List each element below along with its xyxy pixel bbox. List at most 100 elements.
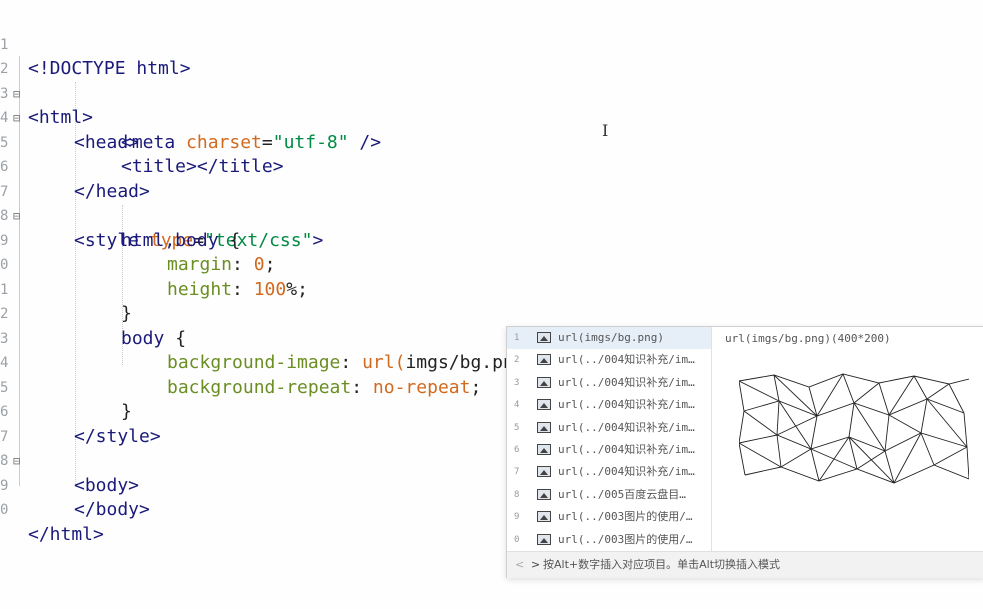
item-index: 2 <box>514 355 520 366</box>
image-icon <box>537 421 551 433</box>
item-text: url(../003图片的使用/… <box>558 532 693 546</box>
item-index: 3 <box>514 377 520 388</box>
semicolon: ; <box>264 254 276 275</box>
body-open-tag: <body> <box>74 474 140 496</box>
code-line-3: 3 ⊟ <head> <box>0 57 139 153</box>
code-line-19: 9 </body> <box>0 449 150 521</box>
css-property: margin <box>167 254 233 275</box>
next-page-button[interactable]: > <box>531 552 540 578</box>
css-property: height <box>167 278 233 300</box>
preview-title: url(imgs/bg.png)(400*200) <box>725 332 891 345</box>
line-number: 0 <box>0 502 9 518</box>
code-line-9: 9 margin: 0; <box>0 204 275 276</box>
tag-close: > <box>312 229 324 251</box>
code-line-6: 6 </head> <box>0 131 150 202</box>
autocomplete-item[interactable]: 9 url(../003图片的使用/… <box>507 506 711 528</box>
autocomplete-item[interactable]: 1 url(imgs/bg.png) <box>507 327 711 350</box>
code-line-14: 4 background-repeat: no-repeat; <box>0 327 481 398</box>
autocomplete-item[interactable]: 6 url(../004知识补充/im… <box>507 439 711 461</box>
css-selector: html,body <box>121 229 219 251</box>
title-tag: <title></title> <box>121 156 284 177</box>
image-icon <box>537 332 551 343</box>
item-index: 8 <box>514 489 520 500</box>
code-line-15: 5 } <box>0 351 132 423</box>
popup-footer: < > 按Alt+数字插入对应项目。单击Alt切换插入模式 <box>507 551 983 578</box>
item-text: url(../005百度云盘目… <box>558 487 686 501</box>
css-function: url( <box>362 352 406 373</box>
image-icon <box>537 399 551 411</box>
colon: : <box>351 376 373 398</box>
item-text: url(imgs/bg.png) <box>558 331 664 344</box>
autocomplete-popup[interactable]: 1 url(imgs/bg.png) 2 url(../004知识补充/im… … <box>506 326 983 578</box>
brace: } <box>121 303 132 324</box>
doctype: <!DOCTYPE html> <box>28 58 191 79</box>
css-property: background-image <box>167 352 341 373</box>
style-close-tag: </style> <box>74 425 161 447</box>
css-value: no-repeat <box>372 376 471 398</box>
code-line-4: 4 <meta charset="utf-8" /> <box>0 82 381 153</box>
image-icon <box>537 376 551 388</box>
css-property: background-repeat <box>167 376 352 398</box>
item-text: url(../004知识补充/im… <box>558 465 695 479</box>
meta-tag: <meta <box>121 131 176 153</box>
item-text: url(../004知识补充/im… <box>558 353 695 367</box>
item-index: 9 <box>514 512 520 523</box>
attr-name: charset <box>175 131 262 153</box>
item-index: 1 <box>514 333 520 343</box>
autocomplete-item[interactable]: 3 url(../004知识补充/im… <box>507 372 711 394</box>
autocomplete-item[interactable]: 8 url(../005百度云盘目… <box>507 484 711 506</box>
image-icon <box>537 488 551 500</box>
brace: { <box>218 229 241 251</box>
autocomplete-item[interactable]: 7 url(../004知识补充/im… <box>507 461 711 483</box>
item-text: url(../003图片的使用/… <box>558 510 693 524</box>
item-text: url(../004知识补充/im… <box>558 443 695 456</box>
html-close-tag: </html> <box>28 523 104 545</box>
popup-divider <box>711 327 712 551</box>
body-close-tag: </body> <box>74 499 150 520</box>
item-index: 5 <box>514 422 520 433</box>
autocomplete-item[interactable]: 2 url(../004知识补充/im… <box>507 349 711 371</box>
image-icon <box>537 444 551 455</box>
item-index: 6 <box>514 445 520 455</box>
attr-value: "utf-8" <box>272 131 349 153</box>
prev-page-button[interactable]: < <box>515 552 524 578</box>
tag-close: /> <box>348 131 382 153</box>
code-line-20: 0 </html> <box>0 474 104 545</box>
code-line-11: 1 } <box>0 253 132 325</box>
item-text: url(../004知识补充/im… <box>558 420 695 434</box>
code-line-13: 3 background-image: url(imgs/bg.png); <box>0 302 546 374</box>
image-icon <box>537 354 551 366</box>
item-text: url(../004知识补充/im… <box>558 375 695 389</box>
css-value: 0 <box>253 254 265 275</box>
head-close-tag: </head> <box>74 180 150 202</box>
colon: : <box>340 352 363 373</box>
item-index: 0 <box>514 534 520 545</box>
unit: %; <box>286 278 308 300</box>
image-icon <box>537 511 551 523</box>
css-value: 100 <box>253 278 287 300</box>
brace: { <box>164 327 187 349</box>
css-selector: body <box>121 327 165 349</box>
semicolon: ; <box>470 376 482 398</box>
code-line-1: 1 <!DOCTYPE html> <box>0 8 191 80</box>
item-index: 7 <box>514 467 520 478</box>
autocomplete-item[interactable]: 4 url(../004知识补充/im… <box>507 394 711 416</box>
code-line-17: 7 ⊟ <body> <box>0 400 139 496</box>
footer-hint: 按Alt+数字插入对应项目。单击Alt切换插入模式 <box>543 558 781 571</box>
code-line-2: 2 ⊟ <html> <box>0 33 93 128</box>
mouse-ibeam-cursor: I <box>602 121 609 140</box>
colon: : <box>232 278 254 300</box>
code-line-10: 0 height: 100%; <box>0 229 308 300</box>
code-line-18: 8 <box>0 425 43 469</box>
code-line-16: 6 </style> <box>0 376 161 447</box>
autocomplete-item[interactable]: 5 url(../004知识补充/im… <box>507 417 711 439</box>
image-icon <box>537 533 551 545</box>
code-line-5: 5 <title></title> <box>0 106 284 178</box>
autocomplete-list[interactable]: 1 url(imgs/bg.png) 2 url(../004知识补充/im… … <box>507 327 711 551</box>
item-text: url(../004知识补充/im… <box>558 398 695 412</box>
equals: = <box>261 131 273 153</box>
colon: : <box>232 254 254 275</box>
code-line-12: 2 body { <box>0 278 186 349</box>
code-line-7: 7 ⊟ <style type="text/css"> <box>0 155 323 251</box>
autocomplete-item[interactable]: 0 url(../003图片的使用/… <box>507 529 711 551</box>
